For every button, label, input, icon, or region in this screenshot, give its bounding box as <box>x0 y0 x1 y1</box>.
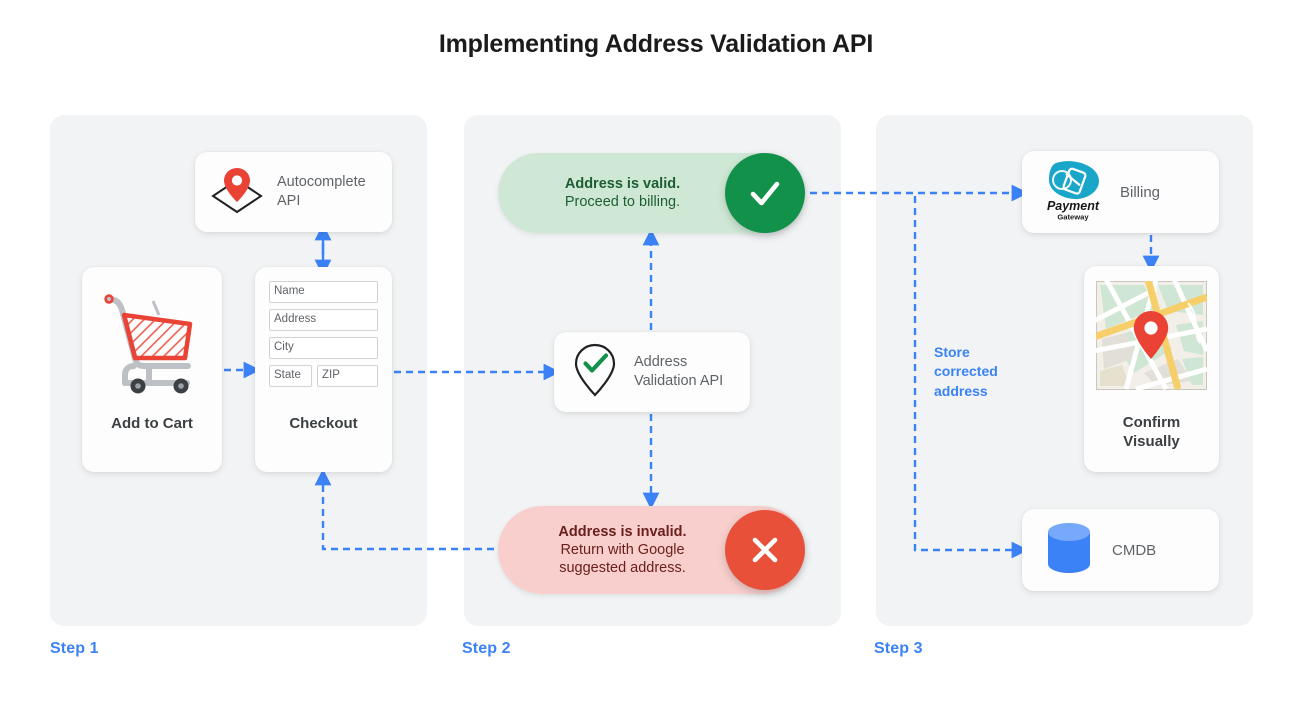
close-icon <box>725 510 805 590</box>
address-validation-api-label: Address Validation API <box>634 353 723 391</box>
cmdb-label: CMDB <box>1112 541 1157 559</box>
state-field[interactable]: State <box>269 365 312 387</box>
step-2-label: Step 2 <box>462 640 511 657</box>
step-1-label: Step 1 <box>50 640 99 657</box>
checkout-label: Checkout <box>289 415 358 432</box>
store-corrected-address-note: Store corrected address <box>934 344 998 399</box>
check-icon <box>725 153 805 233</box>
zip-field[interactable]: ZIP <box>317 365 378 387</box>
validation-line1: Address <box>634 353 688 370</box>
database-icon <box>1044 521 1094 580</box>
billing-card[interactable]: Payment Gateway Billing <box>1022 151 1219 233</box>
billing-label: Billing <box>1120 183 1161 201</box>
address-validation-api-card[interactable]: Address Validation API <box>554 332 750 412</box>
address-valid-pill: Address is valid. Proceed to billing. <box>498 153 805 233</box>
page-title: Implementing Address Validation API <box>438 30 874 58</box>
city-field[interactable]: City <box>269 337 378 359</box>
address-invalid-line3: suggested address. <box>559 560 686 577</box>
checkout-form: Name Address City State ZIP <box>269 281 378 387</box>
confirm-visually-label: Confirm Visually <box>1084 414 1219 452</box>
address-valid-line2: Proceed to billing. <box>564 194 681 210</box>
state-zip-row: State ZIP <box>269 365 378 387</box>
autocomplete-api-label: Autocomplete API <box>277 173 366 209</box>
confirm-line1: Confirm <box>1122 414 1181 431</box>
payment-gateway-logo: Payment Gateway <box>1036 157 1110 228</box>
payment-logo-text: Payment <box>1047 199 1100 213</box>
cmdb-card[interactable]: CMDB <box>1022 509 1219 591</box>
add-to-cart-label: Add to Cart <box>111 415 193 432</box>
address-invalid-pill: Address is invalid. Return with Google s… <box>498 506 805 594</box>
checkout-card[interactable]: Name Address City State ZIP Checkout <box>255 267 392 472</box>
confirm-visually-card[interactable]: Confirm Visually <box>1084 266 1219 472</box>
autocomplete-api-card[interactable]: Autocomplete API <box>195 152 392 232</box>
map-pin-diamond-icon <box>209 164 265 221</box>
address-valid-line1: Address is valid. <box>564 175 681 192</box>
address-invalid-line2: Return with Google <box>560 541 685 558</box>
name-field[interactable]: Name <box>269 281 378 303</box>
address-field[interactable]: Address <box>269 309 378 331</box>
address-invalid-line1: Address is invalid. <box>558 523 687 540</box>
step-3-label: Step 3 <box>874 640 923 657</box>
validation-line2: Validation API <box>634 373 724 389</box>
confirm-line2: Visually <box>1123 432 1180 450</box>
add-to-cart-card[interactable]: Add to Cart <box>82 267 222 472</box>
gateway-logo-text: Gateway <box>1057 212 1089 221</box>
pin-check-icon <box>570 341 620 404</box>
